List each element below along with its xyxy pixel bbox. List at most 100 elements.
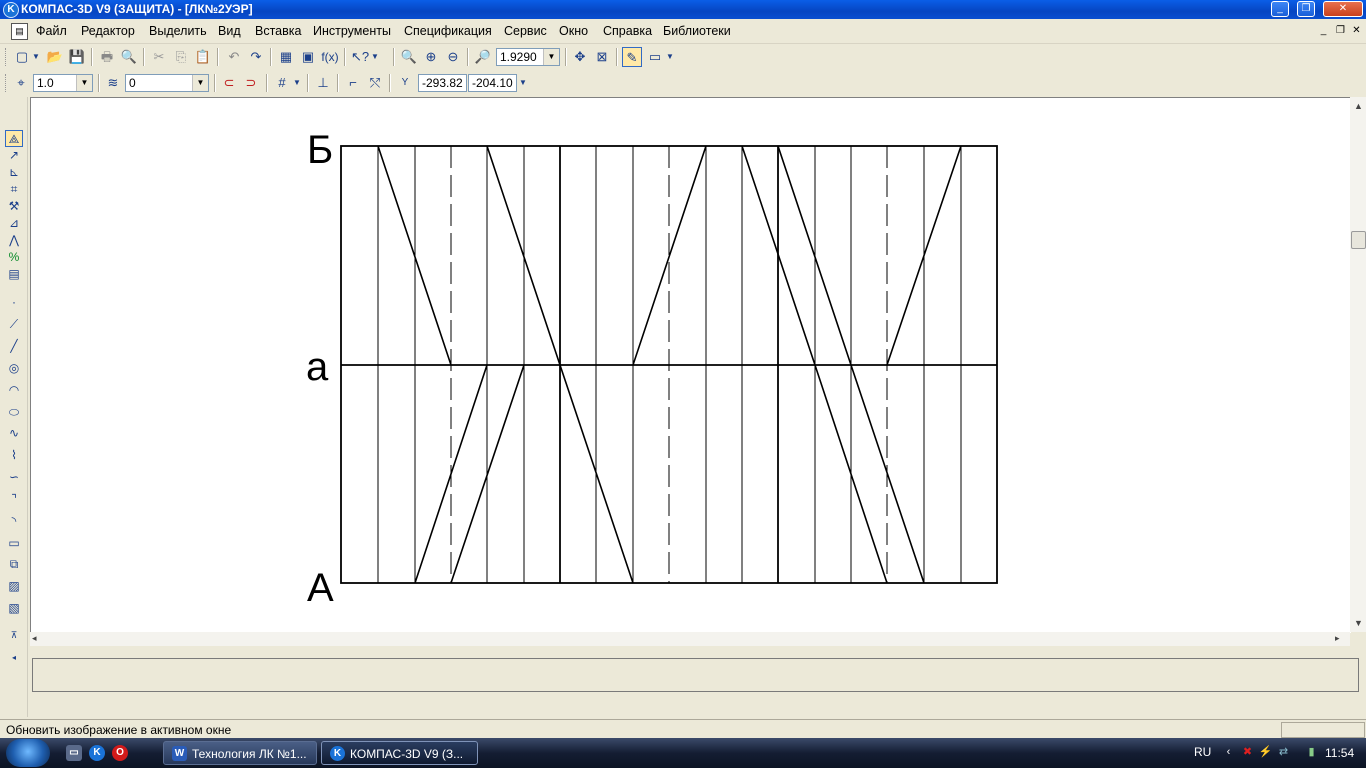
fill-tool-icon[interactable]: ▧ [5, 600, 23, 617]
menu-tools[interactable]: Инструменты [313, 24, 391, 38]
minimize-button[interactable]: _ [1271, 1, 1289, 17]
horizontal-scrollbar[interactable]: ◂ ▸ [30, 632, 1350, 646]
scroll-down-icon[interactable]: ▼ [1354, 618, 1363, 628]
reports-panel-icon[interactable]: ▤ [5, 266, 23, 283]
circle-tool-icon[interactable]: ◎ [5, 360, 23, 377]
chevron-down-icon[interactable]: ▼ [192, 75, 208, 91]
geometry-panel-icon[interactable]: ⟁ [5, 130, 23, 147]
snap-magnet-icon[interactable]: ⊂ [219, 73, 239, 93]
round-coordinates-icon[interactable]: ⤲ [365, 73, 385, 93]
menu-window[interactable]: Окно [559, 24, 588, 38]
flash-icon[interactable]: ⚡ [1258, 745, 1273, 760]
pan-icon[interactable]: ✥ [570, 47, 590, 67]
antivirus-icon[interactable]: ✖ [1240, 745, 1255, 760]
battery-icon[interactable]: ▮ [1304, 745, 1319, 760]
chevron-down-icon[interactable]: ▼ [76, 75, 92, 91]
task-kompas[interactable]: K КОМПАС-3D V9 (З... [321, 741, 478, 765]
local-coordinates-icon[interactable]: ⊥ [313, 73, 333, 93]
rectangle-tool-icon[interactable]: ▭ [5, 535, 23, 552]
scroll-left-icon[interactable]: ◂ [32, 633, 37, 644]
layers-icon[interactable]: ≋ [103, 73, 123, 93]
zoom-in-icon[interactable]: ⊕ [421, 47, 441, 67]
mdi-restore-button[interactable]: ❐ [1335, 25, 1346, 36]
grid-icon[interactable]: # [272, 73, 292, 93]
network-icon[interactable]: ⇄ [1276, 745, 1291, 760]
menu-libraries[interactable]: Библиотеки [663, 24, 731, 38]
chamfer-tool-icon[interactable]: ⌝ [5, 491, 23, 508]
document-icon[interactable]: ▤ [11, 23, 28, 40]
zoom-scale-icon[interactable]: 🔎 [473, 47, 493, 67]
function-icon[interactable]: f(x) [320, 47, 340, 67]
dimensions-panel-icon[interactable]: ↗ [5, 147, 23, 164]
local-snap-magnet-icon[interactable]: ⊃ [241, 73, 261, 93]
coord-dropdown-icon[interactable]: ▼ [518, 73, 528, 93]
kompas-icon[interactable]: K [89, 745, 105, 761]
manager-icon[interactable]: ▦ [276, 47, 296, 67]
mdi-close-button[interactable]: ✕ [1351, 25, 1362, 36]
left-arrow-icon[interactable]: ◂ [5, 649, 23, 666]
menu-view[interactable]: Вид [218, 24, 241, 38]
copy-icon[interactable]: ⎘ [171, 47, 191, 67]
opera-icon[interactable]: O [112, 745, 128, 761]
chevron-left-icon[interactable]: ‹ [1221, 745, 1236, 760]
toolbar-grip[interactable] [5, 48, 9, 66]
menu-editor[interactable]: Редактор [81, 24, 135, 38]
spline-tool-icon[interactable]: ∿ [5, 425, 23, 442]
parametrization-panel-icon[interactable]: ⚒ [5, 198, 23, 215]
mdi-minimize-button[interactable]: _ [1318, 25, 1329, 36]
print-icon[interactable]: 🖶 [97, 47, 117, 67]
bezier-tool-icon[interactable]: ∽ [5, 469, 23, 486]
ellipse-tool-icon[interactable]: ⬭ [5, 404, 23, 421]
fillet-tool-icon[interactable]: ◝ [5, 513, 23, 530]
undo-icon[interactable]: ↶ [224, 47, 244, 67]
vertical-scrollbar[interactable]: ▲ ▼ [1350, 97, 1366, 632]
help-pointer-icon[interactable]: ↖? [350, 47, 370, 67]
polyline-tool-icon[interactable]: ⌇ [5, 447, 23, 464]
cursor-step-icon[interactable]: ⌖ [11, 73, 31, 93]
menu-insert[interactable]: Вставка [255, 24, 301, 38]
show-desktop-icon[interactable]: ▭ [66, 745, 82, 761]
arc-tool-icon[interactable]: ◠ [5, 382, 23, 399]
segment-tool-icon[interactable]: ╱ [5, 338, 23, 355]
zoom-combo[interactable]: 1.9290 ▼ [496, 48, 560, 66]
point-tool-icon[interactable]: · [5, 294, 23, 311]
menu-select[interactable]: Выделить [149, 24, 207, 38]
scroll-toolbar-icon[interactable]: ⊼ [5, 627, 23, 644]
new-document-icon[interactable]: ▢ [12, 47, 32, 67]
zoom-out-icon[interactable]: ⊖ [443, 47, 463, 67]
layer-combo[interactable]: 0 ▼ [125, 74, 209, 92]
menu-service[interactable]: Сервис [504, 24, 547, 38]
scroll-up-icon[interactable]: ▲ [1354, 101, 1363, 111]
toolbar-grip[interactable] [5, 74, 9, 92]
help-dropdown-icon[interactable]: ▼ [370, 47, 380, 67]
task-word-document[interactable]: W Технология ЛК №1... [163, 741, 317, 765]
designations-panel-icon[interactable]: ⊾ [5, 164, 23, 181]
show-all-icon[interactable]: ⊠ [592, 47, 612, 67]
measure-panel-icon[interactable]: ⊿ [5, 215, 23, 232]
paste-icon[interactable]: 📋 [193, 47, 213, 67]
auxiliary-line-tool-icon[interactable]: ⟋ [5, 316, 23, 333]
menu-help[interactable]: Справка [603, 24, 652, 38]
drawing-canvas[interactable]: Б а А [30, 97, 1351, 633]
save-icon[interactable]: 💾 [67, 47, 87, 67]
new-dropdown-icon[interactable]: ▼ [30, 47, 42, 67]
view-dropdown-icon[interactable]: ▼ [665, 47, 675, 67]
properties-panel[interactable] [32, 658, 1359, 692]
view-settings-icon[interactable]: ▭ [645, 47, 665, 67]
spec-panel-icon[interactable]: % [5, 249, 23, 266]
select-panel-icon[interactable]: ⋀ [5, 232, 23, 249]
contour-tool-icon[interactable]: ⧉ [5, 556, 23, 573]
scroll-right-icon[interactable]: ▸ [1335, 633, 1340, 644]
hatch-tool-icon[interactable]: ▨ [5, 578, 23, 595]
open-icon[interactable]: 📂 [45, 47, 65, 67]
restore-button[interactable]: ❐ [1297, 1, 1315, 17]
language-indicator[interactable]: RU [1194, 745, 1211, 759]
print-preview-icon[interactable]: 🔍 [119, 47, 139, 67]
coord-x-field[interactable]: -293.82 [418, 74, 467, 92]
step-combo[interactable]: 1.0 ▼ [33, 74, 93, 92]
grid-dropdown-icon[interactable]: ▼ [292, 73, 302, 93]
windows-start-icon[interactable] [6, 739, 50, 767]
redo-icon[interactable]: ↷ [246, 47, 266, 67]
cut-icon[interactable]: ✂ [149, 47, 169, 67]
coord-y-field[interactable]: -204.10 [468, 74, 517, 92]
